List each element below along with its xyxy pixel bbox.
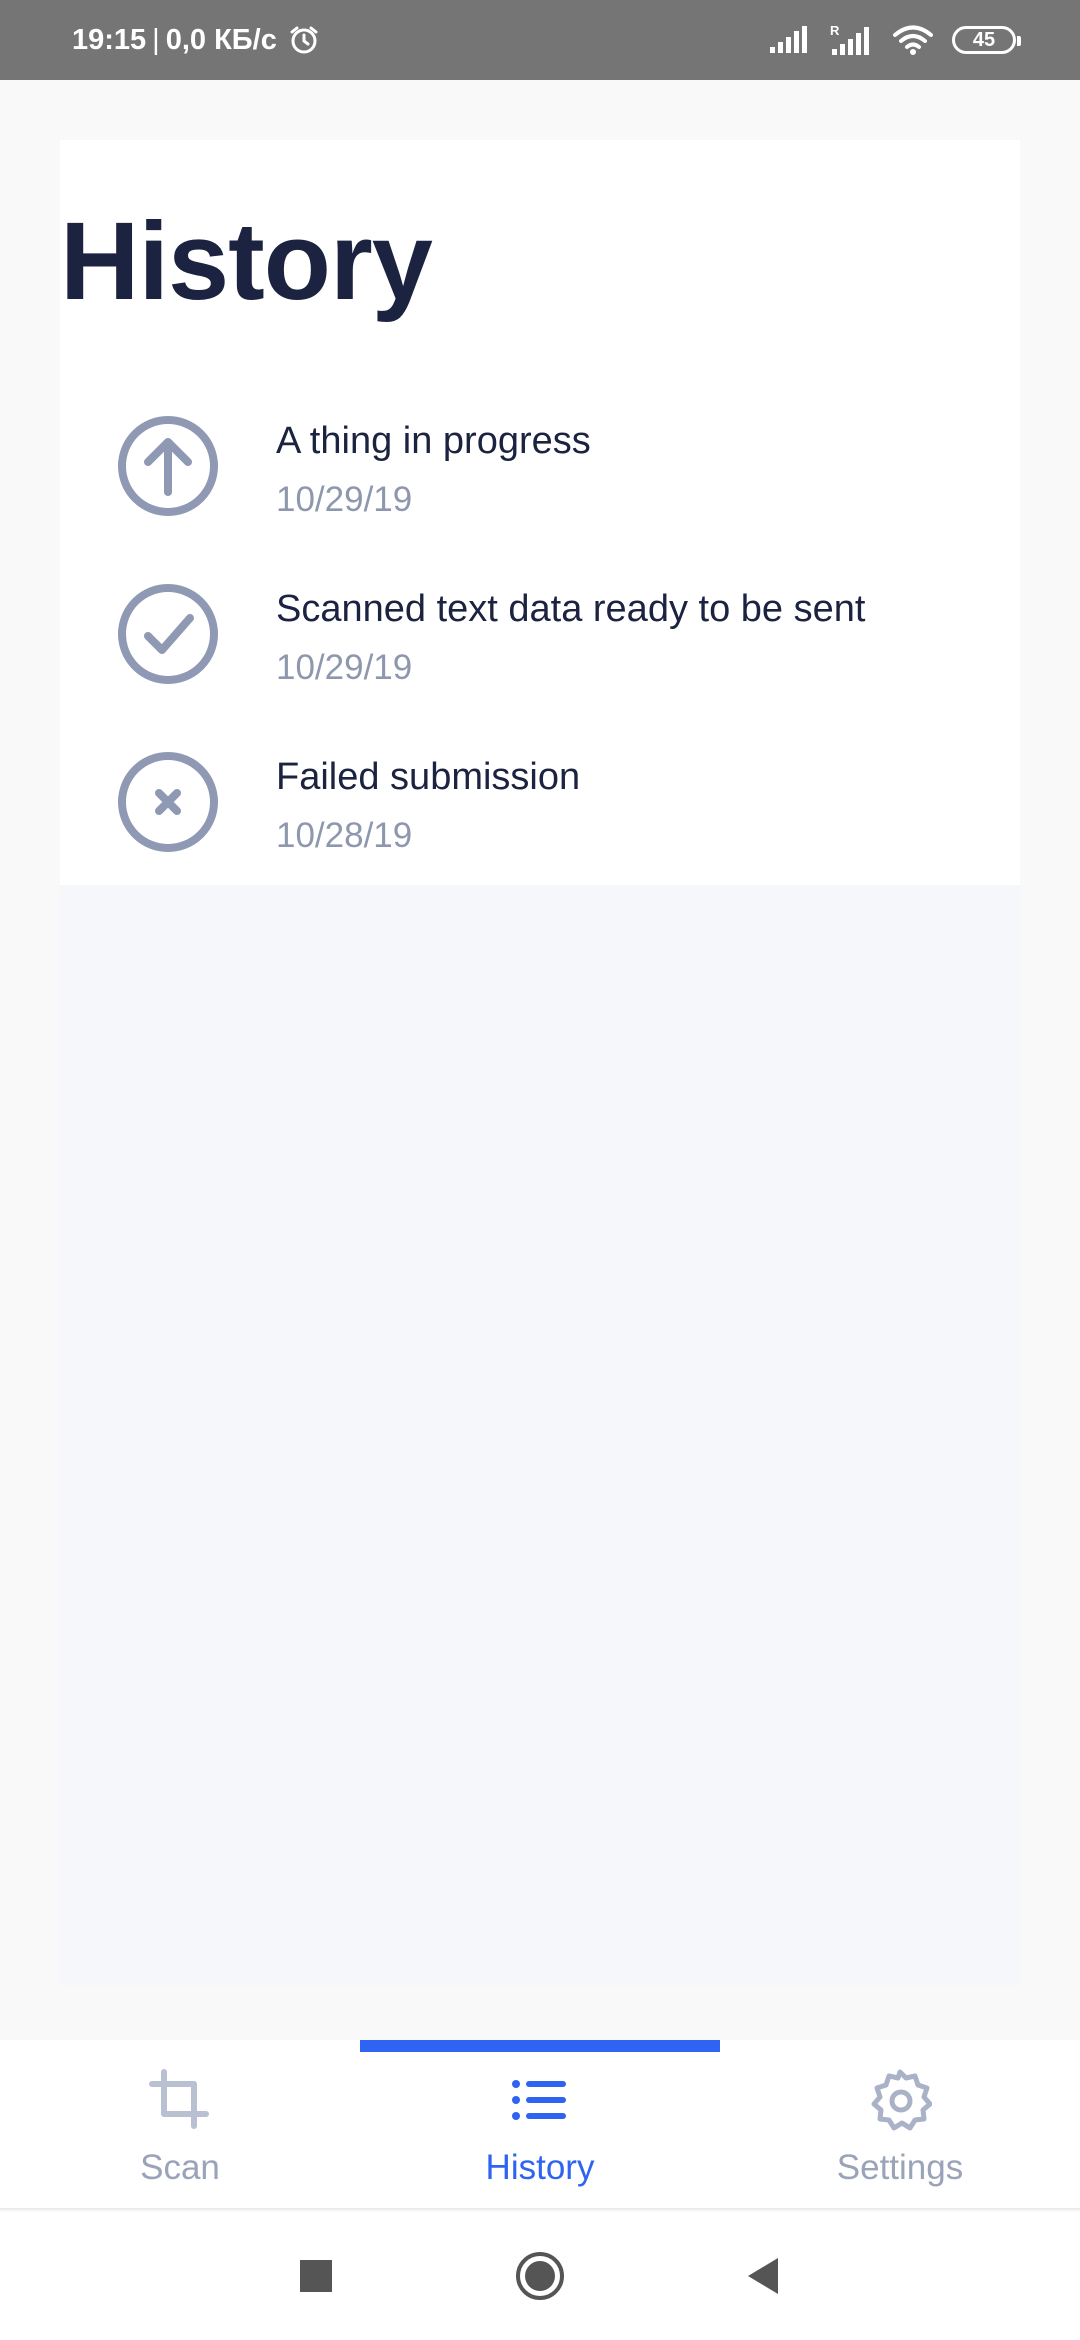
active-tab-indicator: [360, 2040, 720, 2052]
status-separator: |: [152, 23, 160, 56]
nav-label-settings: Settings: [836, 2148, 964, 2187]
status-bar: 19:15 | 0,0 КБ/с R 45: [0, 0, 1080, 80]
history-item-in-progress[interactable]: A thing in progress 10/29/19: [60, 400, 1020, 568]
status-network-speed: 0,0 КБ/с: [165, 23, 277, 56]
signal-icon: [770, 26, 807, 53]
svg-text:R: R: [830, 23, 840, 38]
page-title: History: [60, 200, 433, 323]
system-navigation-bar: [0, 2212, 1080, 2340]
upload-arrow-icon: [118, 416, 218, 516]
gear-icon: [871, 2069, 932, 2131]
nav-tab-settings[interactable]: Settings: [720, 2040, 1080, 2210]
nav-label-history: History: [485, 2148, 595, 2187]
history-item-ready[interactable]: Scanned text data ready to be sent 10/29…: [60, 568, 1020, 736]
check-circle-icon: [118, 584, 218, 684]
cancel-circle-icon: [118, 752, 218, 852]
history-item-date: 10/29/19: [276, 648, 413, 687]
battery-level: 45: [972, 28, 996, 51]
list-icon: [512, 2080, 566, 2120]
status-left: 19:15 | 0,0 КБ/с: [72, 24, 319, 57]
nav-tab-history[interactable]: History: [360, 2040, 720, 2210]
status-time: 19:15: [72, 23, 147, 56]
nav-label-scan: Scan: [140, 2148, 220, 2187]
history-item-failed[interactable]: Failed submission 10/28/19: [60, 736, 1020, 904]
history-item-title: Scanned text data ready to be sent: [276, 588, 866, 630]
recent-apps-icon[interactable]: [290, 2250, 342, 2302]
history-list: A thing in progress 10/29/19 Scanned tex…: [60, 400, 1020, 904]
battery-icon: 45: [952, 26, 1021, 54]
signal-roaming-icon: R: [830, 23, 869, 55]
home-icon[interactable]: [514, 2250, 566, 2302]
nav-tab-scan[interactable]: Scan: [0, 2040, 360, 2210]
history-item-title: Failed submission: [276, 756, 581, 798]
bottom-navigation: Scan History Settings: [0, 2040, 1080, 2210]
history-item-date: 10/29/19: [276, 480, 413, 519]
wifi-icon: [893, 25, 933, 55]
app-screen: 19:15 | 0,0 КБ/с R 45 History A thing in…: [0, 0, 1080, 2340]
history-item-title: A thing in progress: [276, 420, 591, 462]
status-right: R 45: [768, 23, 1021, 57]
crop-icon: [149, 2069, 209, 2129]
alarm-icon: [290, 26, 318, 54]
history-item-date: 10/28/19: [276, 816, 413, 855]
back-icon[interactable]: [738, 2250, 790, 2302]
